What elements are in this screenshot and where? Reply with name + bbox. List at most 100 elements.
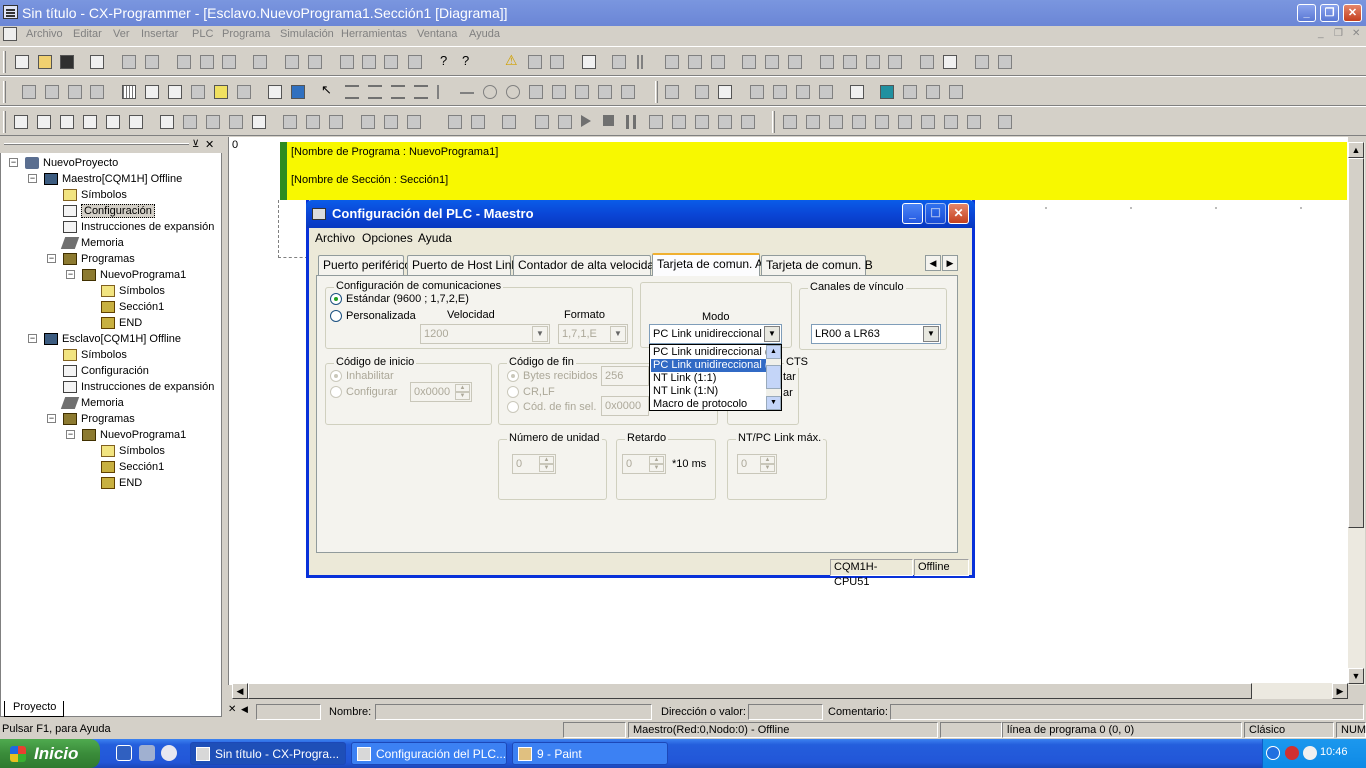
force-off-icon[interactable] xyxy=(765,55,779,69)
tree-collapse-toggle[interactable]: − xyxy=(9,158,18,167)
tree-item-simbolos-local[interactable]: Símbolos xyxy=(101,443,165,459)
open-folder-icon[interactable] xyxy=(38,55,52,69)
context-help-icon[interactable]: ? xyxy=(462,53,476,68)
show-comments-icon[interactable] xyxy=(145,85,159,99)
force-cancel-icon[interactable] xyxy=(788,55,802,69)
end-bytes-spinner[interactable]: 256 xyxy=(601,366,649,386)
select-pointer-icon[interactable]: ↖ xyxy=(321,82,335,97)
tree-item-simbolos-local[interactable]: Símbolos xyxy=(101,283,165,299)
menu-plc[interactable]: PLC xyxy=(192,28,213,40)
scroll-left-arrow[interactable]: ◀ xyxy=(232,683,248,699)
tree-item-nuevoprograma[interactable]: NuevoPrograma1 xyxy=(82,427,186,443)
output-window-icon[interactable] xyxy=(943,55,957,69)
contact-no-icon[interactable] xyxy=(345,85,359,99)
spin-down-icon[interactable]: ▼ xyxy=(649,464,664,472)
toolbar-grip[interactable] xyxy=(3,51,6,73)
start-button[interactable]: Inicio xyxy=(0,739,100,768)
toolbar-grip[interactable] xyxy=(3,111,6,133)
step-icon[interactable] xyxy=(535,115,549,129)
mode-option-highlighted[interactable]: PC Link unidireccional ( xyxy=(651,359,769,372)
panel-pin-icon[interactable]: ⊻ xyxy=(192,139,199,150)
diff-icon[interactable] xyxy=(750,85,764,99)
horizontal-scrollbar[interactable]: ◀ ▶ xyxy=(232,683,1348,699)
monitor-all-icon[interactable] xyxy=(407,115,421,129)
cross-ref-icon[interactable] xyxy=(291,85,305,99)
st-view-icon[interactable] xyxy=(206,115,220,129)
tree-item-instrucciones[interactable]: Instrucciones de expansión xyxy=(63,219,214,235)
step-in-icon[interactable] xyxy=(672,115,686,129)
change-value-icon[interactable] xyxy=(796,85,810,99)
end-sel-spinner[interactable]: 0x0000 xyxy=(601,396,649,416)
dropdown-scroll-thumb[interactable] xyxy=(766,365,781,389)
menu-archivo[interactable]: Archivo xyxy=(26,28,63,40)
play-icon[interactable] xyxy=(581,115,591,127)
tree-item-seccion1[interactable]: Sección1 xyxy=(101,299,164,315)
zoom-fit-icon[interactable] xyxy=(45,85,59,99)
tab-proyecto[interactable]: Proyecto xyxy=(4,701,64,717)
info-bar-scroll-icon[interactable]: ◀ xyxy=(241,704,248,715)
set-value-icon[interactable] xyxy=(773,85,787,99)
menu-insertar[interactable]: Insertar xyxy=(141,28,178,40)
find-next-icon[interactable] xyxy=(384,55,398,69)
delay-spinner[interactable]: 0 ▲ ▼ xyxy=(622,454,666,474)
menu-editar[interactable]: Editar xyxy=(73,28,102,40)
base-binary-icon[interactable] xyxy=(306,115,320,129)
settings-icon[interactable] xyxy=(129,115,143,129)
pause-sim-icon[interactable] xyxy=(626,115,636,129)
mdi-restore-button[interactable]: ❐ xyxy=(1334,28,1343,39)
watch-table-icon[interactable] xyxy=(866,55,880,69)
tree-collapse-toggle[interactable]: − xyxy=(28,174,37,183)
program-mode-icon[interactable] xyxy=(448,115,462,129)
vertical-scroll-thumb[interactable] xyxy=(1348,158,1364,528)
monitor-mode-icon[interactable] xyxy=(384,115,398,129)
horizontal-scroll-thumb[interactable] xyxy=(248,683,1252,699)
mnemonic-icon[interactable] xyxy=(214,85,228,99)
spin-up-icon[interactable]: ▲ xyxy=(760,456,775,464)
tree-item-configuracion[interactable]: Configuración xyxy=(63,203,155,219)
spin-up-icon[interactable]: ▲ xyxy=(539,456,554,464)
tab-puerto-periferico[interactable]: Puerto periférico xyxy=(318,255,411,275)
simulation-tool-10-icon[interactable] xyxy=(998,115,1012,129)
mdi-close-button[interactable]: ✕ xyxy=(1352,28,1360,39)
comentario-field[interactable] xyxy=(890,704,1364,720)
compile-icon[interactable] xyxy=(528,55,542,69)
base-16-icon[interactable] xyxy=(329,115,343,129)
mode-option[interactable]: NT Link (1:1) xyxy=(651,372,769,385)
explorer-quicklaunch-icon[interactable] xyxy=(161,745,177,761)
spin-down-icon[interactable]: ▼ xyxy=(760,464,775,472)
delete-icon[interactable] xyxy=(253,55,267,69)
simulation-tool-4-icon[interactable] xyxy=(852,115,866,129)
rung-icon[interactable] xyxy=(191,85,205,99)
local-symbols-icon[interactable] xyxy=(252,115,266,129)
tree-item-programas[interactable]: Programas xyxy=(63,411,135,427)
taskbar-plc-settings[interactable]: Configuración del PLC.... xyxy=(351,742,507,765)
cut-icon[interactable] xyxy=(177,55,191,69)
list-icon[interactable] xyxy=(168,85,182,99)
taskbar-paint[interactable]: 9 - Paint xyxy=(512,742,668,765)
simulation-tool-6-icon[interactable] xyxy=(898,115,912,129)
unit-number-spinner[interactable]: 0 ▲ ▼ xyxy=(512,454,556,474)
scroll-right-arrow[interactable]: ▶ xyxy=(1332,683,1348,699)
warning-icon[interactable]: ⚠ xyxy=(505,52,519,68)
paste-icon[interactable] xyxy=(222,55,236,69)
nombre-field[interactable] xyxy=(375,704,652,720)
new-file-icon[interactable] xyxy=(15,55,29,69)
taskbar-cx-programmer[interactable]: Sin título - CX-Progra... xyxy=(190,742,346,765)
monitor-icon[interactable] xyxy=(612,55,626,69)
tab-tarjeta-comun-b[interactable]: Tarjeta de comun. B xyxy=(761,255,873,275)
tree-item-nuevoprograma[interactable]: NuevoPrograma1 xyxy=(82,267,186,283)
simulation-tool-5-icon[interactable] xyxy=(875,115,889,129)
help-icon[interactable]: ? xyxy=(440,53,454,68)
copy-icon[interactable] xyxy=(200,55,214,69)
online-edit-icon[interactable] xyxy=(665,85,679,99)
force-on-icon[interactable] xyxy=(742,55,756,69)
mode-option[interactable]: PC Link unidireccional ( xyxy=(651,346,769,359)
tree-item-project[interactable]: NuevoProyecto xyxy=(25,155,118,171)
panel-grip[interactable] xyxy=(4,143,189,145)
task-icon[interactable] xyxy=(880,85,894,99)
spin-down-icon[interactable]: ▼ xyxy=(539,464,554,472)
io-table-icon[interactable] xyxy=(820,55,834,69)
instruction-icon[interactable] xyxy=(529,85,543,99)
project-window-icon[interactable] xyxy=(14,115,28,129)
vertical-line-icon[interactable] xyxy=(437,85,439,99)
